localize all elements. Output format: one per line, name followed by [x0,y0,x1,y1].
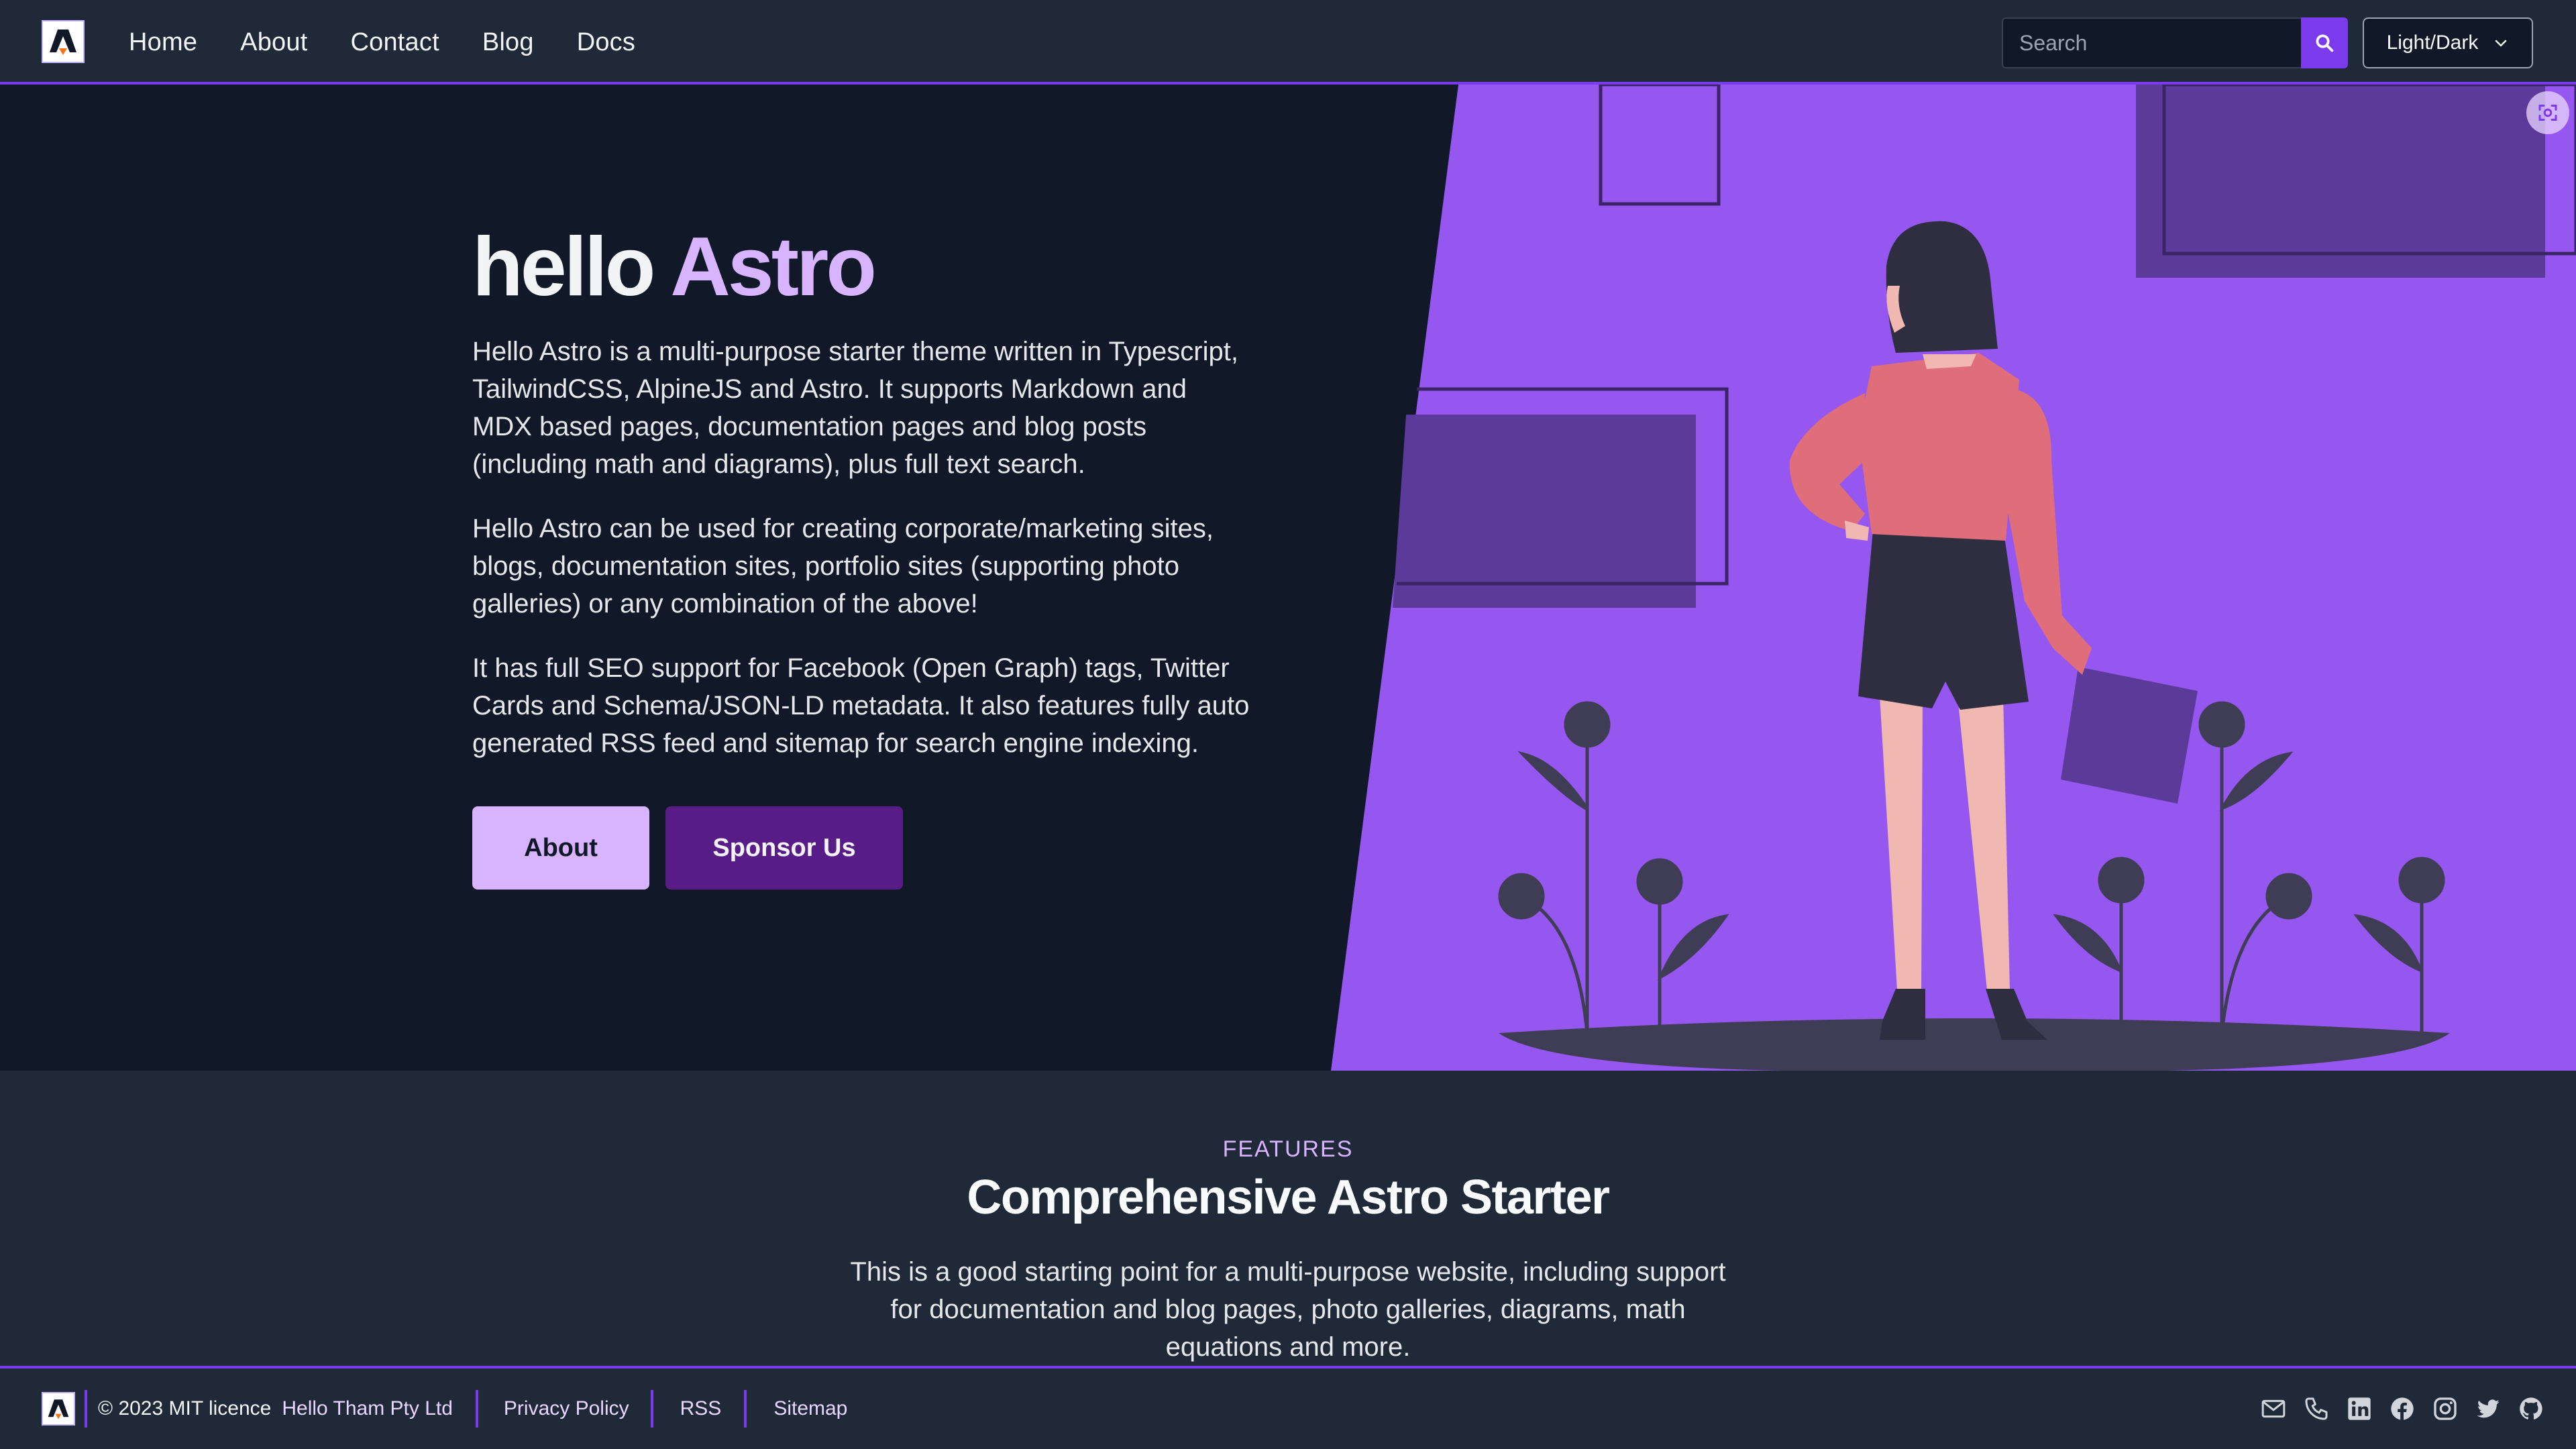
footer-divider [650,1390,653,1428]
scan-icon [2538,105,2557,121]
wall-frame-left-fill [1393,415,1696,608]
features-section: FEATURES Comprehensive Astro Starter Thi… [0,1071,2576,1366]
footer-divider [744,1390,747,1428]
search-icon [2316,34,2334,52]
chevron-down-icon [2496,40,2507,47]
theme-toggle-button[interactable]: Light/Dark [2363,17,2533,68]
search-form [2002,17,2348,68]
sponsor-button[interactable]: Sponsor Us [665,806,903,890]
main-nav: Home About Contact Blog Docs [129,0,635,85]
site-header: Home About Contact Blog Docs Light/Dark [0,0,2576,85]
nav-blog[interactable]: Blog [482,28,534,57]
site-logo[interactable] [42,20,85,63]
nav-home[interactable]: Home [129,28,197,57]
scan-overlay-button[interactable] [2526,91,2569,134]
nav-contact[interactable]: Contact [350,28,439,57]
social-links [2259,1368,2545,1449]
features-description: This is a good starting point for a mult… [850,1257,1726,1362]
nav-about[interactable]: About [240,28,307,57]
footer-logo[interactable] [42,1392,75,1426]
linkedin-icon[interactable] [2345,1395,2373,1423]
hero-title-prefix: hello [472,221,655,313]
nav-docs[interactable]: Docs [577,28,635,57]
hero-illustration [1331,85,2576,1071]
footer-rss-link[interactable]: RSS [680,1397,722,1420]
footer-company-link[interactable]: Hello Tham Pty Ltd [282,1397,453,1420]
github-icon[interactable] [2517,1395,2545,1423]
hero-paragraph-1: Hello Astro is a multi-purpose starter t… [472,337,1238,480]
hero-buttons: About Sponsor Us [472,806,1250,890]
mail-icon[interactable] [2259,1395,2288,1423]
footer-divider [475,1390,478,1428]
astro-logo-icon [50,30,76,55]
theme-toggle-label: Light/Dark [2386,32,2479,54]
phone-icon[interactable] [2302,1395,2330,1423]
about-button[interactable]: About [472,806,649,890]
footer-copyright: © 2023 MIT licence [98,1397,272,1419]
search-input[interactable] [2002,17,2301,68]
footer-divider [85,1390,87,1428]
hero-content: hello Astro Hello Astro is a multi-purpo… [472,221,1250,890]
hero-title: hello Astro [472,221,1250,313]
features-eyebrow: FEATURES [1222,1136,1354,1162]
astro-logo-icon [48,1399,69,1419]
twitter-icon[interactable] [2474,1395,2502,1423]
footer-sitemap-link[interactable]: Sitemap [773,1397,847,1420]
facebook-icon[interactable] [2388,1395,2416,1423]
hero-title-accent: Astro [670,221,877,313]
features-title: Comprehensive Astro Starter [967,1171,1610,1224]
search-button[interactable] [2301,17,2348,68]
hero-paragraph-2: Hello Astro can be used for creating cor… [472,514,1214,619]
footer-privacy-link[interactable]: Privacy Policy [504,1397,629,1420]
site-footer: © 2023 MIT licence Hello Tham Pty Ltd Pr… [0,1366,2576,1449]
hero-paragraph-3: It has full SEO support for Facebook (Op… [472,653,1250,759]
footer-left: © 2023 MIT licence Hello Tham Pty Ltd Pr… [42,1368,847,1449]
instagram-icon[interactable] [2431,1395,2459,1423]
wall-frame-large-fill [2136,85,2545,278]
ground-shadow [1499,1018,2450,1071]
